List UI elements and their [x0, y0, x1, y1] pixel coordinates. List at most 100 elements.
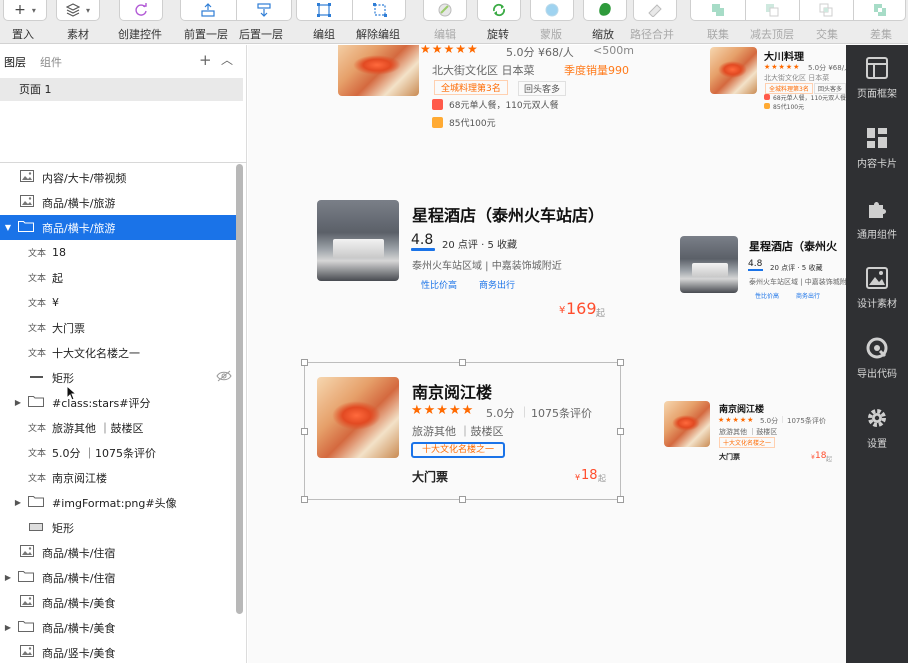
- resize-handle[interactable]: [617, 428, 624, 435]
- layer-row[interactable]: 文本 18: [0, 240, 240, 265]
- toolbar-assets[interactable]: ▾ 素材: [54, 0, 102, 44]
- layer-row[interactable]: 矩形: [0, 515, 240, 540]
- intersect-icon[interactable]: [819, 3, 833, 17]
- rating-price: 5.0分 ¥68/人: [506, 46, 574, 59]
- toolbar-arrange: 前置一层 后置一层: [180, 0, 292, 44]
- resize-handle[interactable]: [301, 496, 308, 503]
- layer-row[interactable]: ▶ 商品/横卡/住宿: [0, 565, 240, 590]
- ticket-label-small: 大门票: [719, 453, 740, 461]
- union-icon[interactable]: [711, 3, 725, 17]
- subtract-icon[interactable]: [765, 3, 779, 17]
- attraction-badge-small: 十大文化名楼之一: [719, 437, 776, 448]
- collapse-icon[interactable]: ︿: [221, 51, 233, 68]
- sidebar-item-design-assets[interactable]: 设计素材: [846, 267, 908, 310]
- toolbar-boolean: 联集 减去顶层 交集 差集: [690, 0, 908, 44]
- collapsed-arrow-icon[interactable]: ▶: [3, 623, 13, 632]
- toolbar-edit[interactable]: 编辑: [420, 0, 470, 44]
- resize-handle[interactable]: [301, 428, 308, 435]
- rating-stars: ★★★★★: [411, 403, 475, 418]
- rotate-button[interactable]: [477, 0, 521, 21]
- layer-row[interactable]: ▶ #class:stars#评分: [0, 390, 240, 415]
- toolbar-create-control[interactable]: 创建控件: [113, 0, 171, 44]
- toolbar-insert[interactable]: + ▾ 置入: [0, 0, 49, 44]
- toolbar-rotate[interactable]: 旋转: [474, 0, 524, 44]
- hotel-area: 泰州火车站区域 | 中嘉装饰城附近: [412, 261, 562, 272]
- sidebar-item-content-cards[interactable]: 内容卡片: [846, 127, 908, 170]
- deal-set-meal: 68元单人餐，110元双人餐: [449, 101, 559, 111]
- layer-list-scrollbar[interactable]: [236, 164, 243, 614]
- layer-row[interactable]: ▶ 商品/横卡/美食: [0, 615, 240, 640]
- layer-row[interactable]: 文本 十大文化名楼之一: [0, 340, 240, 365]
- collapsed-arrow-icon[interactable]: ▶: [3, 573, 13, 582]
- layer-row[interactable]: 商品/横卡/旅游: [0, 190, 240, 215]
- score-bar: [411, 248, 435, 251]
- resize-handle[interactable]: [617, 359, 624, 366]
- quarterly-sales: 季度销量990: [564, 64, 629, 77]
- assets-label: 素材: [67, 28, 89, 41]
- collapsed-arrow-icon[interactable]: ▶: [13, 498, 23, 507]
- refresh-icon: [135, 3, 147, 16]
- layer-row[interactable]: 文本 5.0分 ｜1075条评价: [0, 440, 240, 465]
- group-icon[interactable]: [317, 3, 331, 17]
- image-icon: [20, 545, 34, 560]
- sidebar-item-common-components[interactable]: 通用组件: [846, 198, 908, 241]
- folder-icon: [18, 620, 34, 635]
- path-merge-button[interactable]: [633, 0, 677, 21]
- layer-row[interactable]: 商品/横卡/美食: [0, 590, 240, 615]
- layer-row[interactable]: 文本 起: [0, 265, 240, 290]
- deal-icon-small: [764, 94, 770, 100]
- attraction-reviews-small: 1075条评价: [787, 417, 826, 425]
- layer-row[interactable]: 矩形: [0, 365, 240, 390]
- tab-layers[interactable]: 图层: [4, 54, 26, 70]
- mask-button[interactable]: [530, 0, 574, 21]
- insert-button[interactable]: + ▾: [3, 0, 47, 21]
- hotel-photo: [317, 200, 399, 281]
- folder-icon: [18, 570, 34, 585]
- assets-button[interactable]: ▾: [56, 0, 100, 21]
- cards-icon: [867, 128, 887, 148]
- layer-row[interactable]: ▶ #imgFormat:png#头像: [0, 490, 240, 515]
- layer-row[interactable]: 商品/竖卡/美食: [0, 640, 240, 663]
- layer-row[interactable]: 内容/大卡/带视频: [0, 165, 240, 190]
- resize-handle[interactable]: [459, 496, 466, 503]
- right-sidebar: 页面框架 内容卡片 通用组件 设计素材 导出代码 设置: [846, 45, 908, 663]
- scale-label: 缩放: [592, 28, 614, 41]
- layout-icon: [866, 57, 888, 79]
- sidebar-item-page-frame[interactable]: 页面框架: [846, 57, 908, 100]
- expanded-arrow-icon[interactable]: ▼: [3, 223, 13, 232]
- difference-icon[interactable]: [873, 3, 887, 17]
- puzzle-icon: [869, 202, 886, 218]
- layer-row[interactable]: 文本 大门票: [0, 315, 240, 340]
- layer-row-selected[interactable]: ▼ 商品/横卡/旅游: [0, 215, 240, 240]
- toolbar-scale[interactable]: 缩放: [580, 0, 630, 44]
- insert-label: 置入: [12, 28, 34, 41]
- content-cards-label: 内容卡片: [857, 159, 897, 170]
- layer-row[interactable]: 商品/横卡/住宿: [0, 540, 240, 565]
- collapsed-arrow-icon[interactable]: ▶: [13, 398, 23, 407]
- rating-separator: ｜: [519, 406, 530, 419]
- ungroup-icon[interactable]: [373, 3, 387, 17]
- toolbar-path-merge[interactable]: 路径合并: [630, 0, 680, 44]
- toolbar-mask[interactable]: 蒙版: [527, 0, 577, 44]
- bring-forward-icon[interactable]: [201, 3, 215, 17]
- attraction-title: 南京阅江楼: [412, 383, 493, 402]
- add-page-icon[interactable]: +: [199, 51, 212, 69]
- create-control-button[interactable]: [119, 0, 163, 21]
- scale-button[interactable]: [583, 0, 627, 21]
- resize-handle[interactable]: [617, 496, 624, 503]
- attraction-area: 旅游其他 ｜鼓楼区: [412, 425, 504, 438]
- layer-row[interactable]: 文本 ¥: [0, 290, 240, 315]
- layer-row[interactable]: 文本 旅游其他 ｜鼓楼区: [0, 415, 240, 440]
- hidden-eye-icon[interactable]: [216, 370, 232, 385]
- sidebar-item-settings[interactable]: 设置: [846, 407, 908, 450]
- page-item[interactable]: 页面 1: [0, 78, 243, 101]
- resize-handle[interactable]: [301, 359, 308, 366]
- edit-button[interactable]: [423, 0, 467, 21]
- tab-components[interactable]: 组件: [40, 54, 62, 70]
- layer-row[interactable]: 文本 南京阅江楼: [0, 465, 240, 490]
- sidebar-item-export-code[interactable]: 导出代码: [846, 337, 908, 380]
- resize-handle[interactable]: [459, 359, 466, 366]
- design-canvas[interactable]: ★★★★★ 5.0分 ¥68/人 <500m 北大街文化区 日本菜 季度销量99…: [248, 45, 846, 663]
- send-backward-icon[interactable]: [257, 3, 271, 17]
- voucher-icon: [432, 117, 443, 128]
